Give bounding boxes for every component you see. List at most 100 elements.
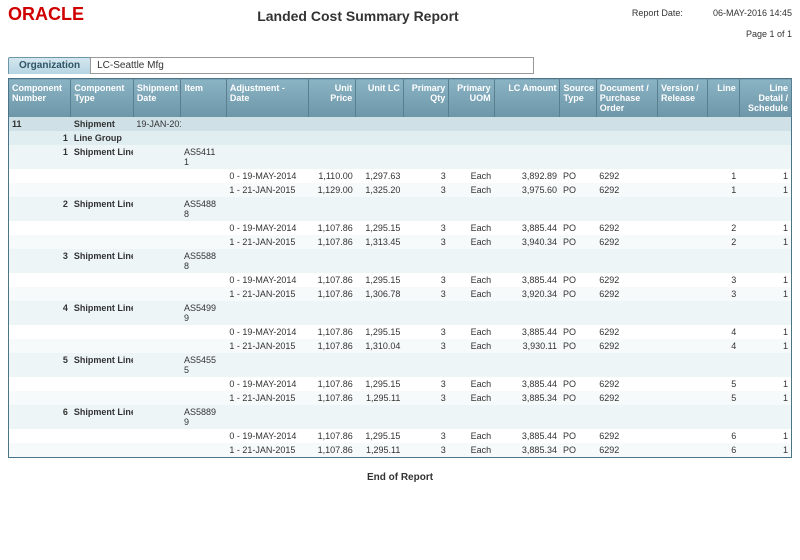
cell: [403, 117, 448, 131]
cell: Each: [449, 287, 494, 301]
cell: 1: [739, 377, 791, 391]
cell: 1: [9, 145, 71, 169]
cell: PO: [560, 169, 596, 183]
cell: [739, 197, 791, 221]
cell: [560, 249, 596, 273]
cell: [494, 145, 560, 169]
cell: 3: [707, 273, 739, 287]
cell: 3: [403, 221, 448, 235]
cell: [71, 169, 133, 183]
cell: [71, 339, 133, 353]
cell: 1,107.86: [308, 377, 356, 391]
cell: 4: [707, 325, 739, 339]
cell: [560, 117, 596, 131]
cell: 6292: [596, 221, 657, 235]
cell: 2: [9, 197, 71, 221]
cell: [181, 339, 226, 353]
cell: 1,295.11: [356, 391, 404, 405]
cell: [707, 249, 739, 273]
cell: Each: [449, 169, 494, 183]
cell: 2: [707, 221, 739, 235]
cell: 19-JAN-2014: [133, 117, 181, 131]
cell: [71, 325, 133, 339]
cell: 4: [707, 339, 739, 353]
cell: 0 - 19-MAY-2014: [226, 273, 308, 287]
col-primary-uom: Primary UOM: [449, 79, 494, 118]
cell: [9, 169, 71, 183]
cell: PO: [560, 429, 596, 443]
cell: 1,107.86: [308, 221, 356, 235]
cell: PO: [560, 391, 596, 405]
cell: 0 - 19-MAY-2014: [226, 169, 308, 183]
cell: PO: [560, 287, 596, 301]
cell: 1: [739, 183, 791, 197]
cell: 5: [707, 377, 739, 391]
cell: Shipment: [71, 117, 133, 131]
cell: [181, 221, 226, 235]
cell: 1,107.86: [308, 235, 356, 249]
cell: 1,107.86: [308, 287, 356, 301]
cell: [308, 353, 356, 377]
cell: [596, 353, 657, 377]
cell: Each: [449, 221, 494, 235]
table-header-row: Component Number Component Type Shipment…: [9, 79, 792, 118]
organization-value: LC-Seattle Mfg: [90, 57, 534, 74]
cell: 1: [739, 429, 791, 443]
cell: [658, 235, 708, 249]
cell: [449, 301, 494, 325]
cell: [494, 117, 560, 131]
cell: [308, 145, 356, 169]
cell: 1,129.00: [308, 183, 356, 197]
cell: [449, 353, 494, 377]
cell: [226, 131, 308, 145]
cell: [707, 131, 739, 145]
col-component-number: Component Number: [9, 79, 71, 118]
cell: [658, 169, 708, 183]
table-row: 1 - 21-JAN-20151,107.861,295.113Each3,88…: [9, 443, 792, 458]
cell: 1,297.63: [356, 169, 404, 183]
cell: 4: [9, 301, 71, 325]
cell: [403, 249, 448, 273]
cell: [9, 429, 71, 443]
col-shipment-date: Shipment Date: [133, 79, 181, 118]
end-of-report: End of Report: [8, 472, 792, 483]
cell: [494, 197, 560, 221]
cell: [181, 273, 226, 287]
cell: [9, 339, 71, 353]
report-title: Landed Cost Summary Report: [84, 8, 632, 24]
cell: [560, 197, 596, 221]
cell: Shipment Line: [71, 197, 133, 221]
cell: PO: [560, 183, 596, 197]
col-unit-price: Unit Price: [308, 79, 356, 118]
cell: [71, 287, 133, 301]
cell: [658, 249, 708, 273]
cell: [560, 405, 596, 429]
cell: [449, 117, 494, 131]
cell: [494, 353, 560, 377]
cell: [9, 273, 71, 287]
col-component-type: Component Type: [71, 79, 133, 118]
cell: 6: [707, 443, 739, 458]
cell: [71, 429, 133, 443]
cell: 5: [707, 391, 739, 405]
cell: 1,310.04: [356, 339, 404, 353]
table-row: 1Shipment LineAS54111: [9, 145, 792, 169]
cell: [658, 353, 708, 377]
cell: [9, 443, 71, 458]
cell: [356, 197, 404, 221]
cell: PO: [560, 339, 596, 353]
cell: 3: [403, 287, 448, 301]
cell: 1: [707, 183, 739, 197]
cell: [449, 145, 494, 169]
cell: 3: [403, 183, 448, 197]
cell: 6: [9, 405, 71, 429]
cell: [226, 197, 308, 221]
cell: PO: [560, 221, 596, 235]
cell: [71, 377, 133, 391]
cell: [133, 325, 181, 339]
cell: AS54888: [181, 197, 226, 221]
cell: Each: [449, 429, 494, 443]
cell: [181, 325, 226, 339]
cell: [658, 325, 708, 339]
cell: 1,107.86: [308, 391, 356, 405]
